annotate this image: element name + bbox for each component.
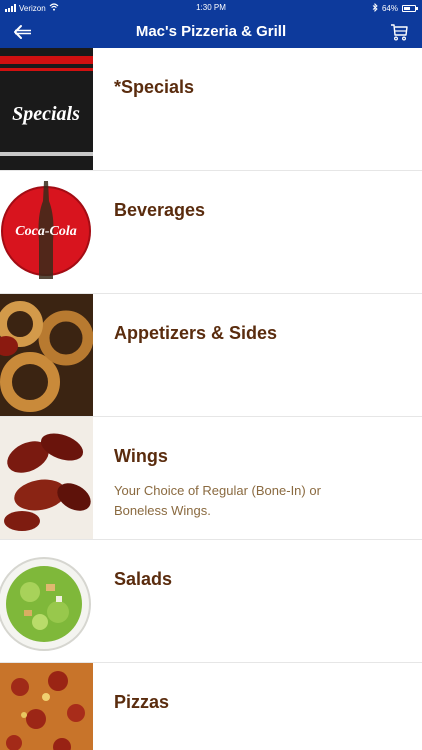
- menu-item-text: *Specials: [114, 77, 406, 98]
- status-right: 64%: [372, 2, 418, 14]
- menu-item-text: Beverages: [114, 200, 406, 221]
- cart-icon[interactable]: [390, 23, 408, 41]
- beverages-thumb-label: Coca-Cola: [15, 224, 76, 239]
- menu-item-title: Salads: [114, 569, 173, 589]
- menu-item-text: Pizzas: [114, 692, 406, 713]
- page-title: Mac's Pizzeria & Grill: [135, 23, 287, 40]
- battery-icon: [402, 5, 418, 12]
- menu-item-appetizers[interactable]: Appetizers & Sides: [0, 294, 422, 417]
- salads-image: [0, 540, 93, 662]
- menu-item-title: Beverages: [114, 200, 206, 220]
- menu-item-title: Pizzas: [114, 692, 170, 712]
- menu-item-title: Appetizers & Sides: [114, 323, 278, 343]
- bluetooth-icon: [372, 2, 378, 14]
- menu-category-list: Specials *Specials Coca-Cola Beverages A…: [0, 48, 422, 750]
- menu-item-description: Your Choice of Regular (Bone-In) or Bone…: [114, 483, 321, 518]
- wings-image: [0, 417, 93, 539]
- specials-image: Specials: [0, 48, 93, 170]
- battery-percent: 64%: [381, 4, 398, 13]
- status-time: 1:30 PM: [196, 3, 226, 12]
- appetizers-image: [0, 294, 93, 416]
- menu-item-salads[interactable]: Salads: [0, 540, 422, 663]
- menu-item-text: Salads: [114, 569, 406, 590]
- menu-item-beverages[interactable]: Coca-Cola Beverages: [0, 171, 422, 294]
- menu-item-pizzas[interactable]: Pizzas: [0, 663, 422, 750]
- status-bar: Verizon 1:30 PM 64%: [0, 0, 422, 16]
- specials-thumb-label: Specials: [12, 103, 80, 125]
- menu-item-text: Wings Your Choice of Regular (Bone-In) o…: [114, 446, 406, 521]
- back-arrow-icon[interactable]: [12, 23, 34, 41]
- nav-bar: Mac's Pizzeria & Grill: [0, 16, 422, 48]
- menu-item-specials[interactable]: Specials *Specials: [0, 48, 422, 171]
- menu-item-text: Appetizers & Sides: [114, 323, 406, 344]
- menu-item-title: Wings: [114, 446, 168, 466]
- beverages-image: Coca-Cola: [0, 171, 93, 293]
- pizzas-image: [0, 663, 93, 750]
- menu-item-title: *Specials: [114, 77, 195, 97]
- menu-item-wings[interactable]: Wings Your Choice of Regular (Bone-In) o…: [0, 417, 422, 540]
